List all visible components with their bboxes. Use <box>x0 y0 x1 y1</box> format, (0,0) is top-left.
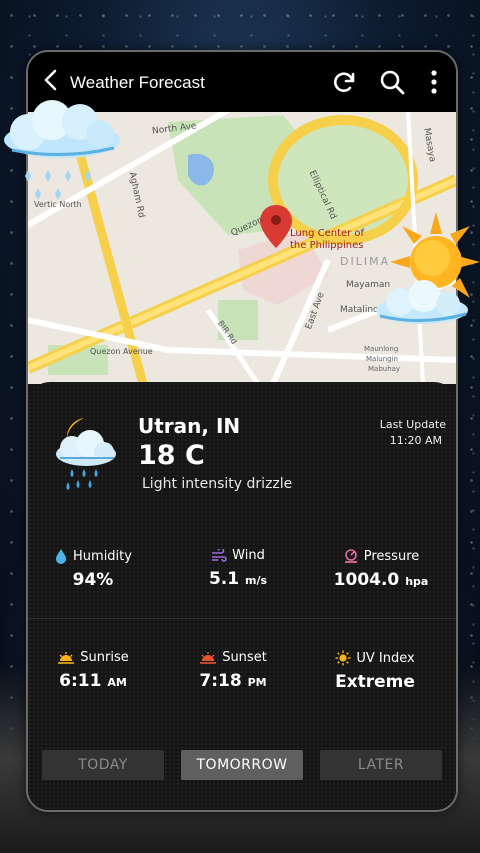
more-options-icon[interactable] <box>420 68 448 96</box>
uv-index-label: UV Index <box>356 650 415 666</box>
pressure-unit: hpa <box>405 575 429 588</box>
pressure-icon <box>344 549 357 563</box>
refresh-icon[interactable] <box>330 68 358 96</box>
humidity-value: 94% <box>72 570 114 590</box>
weather-info-panel: Utran, IN 18 C Light intensity drizzle L… <box>28 382 456 810</box>
forecast-tabs: TODAY TOMORROW LATER <box>42 750 442 780</box>
back-arrow-icon[interactable] <box>38 66 66 94</box>
sunset-stat: Sunset 7:18 PM <box>168 650 298 691</box>
last-update-time: 11:20 AM <box>389 434 442 447</box>
sunset-unit: PM <box>247 676 267 689</box>
sun-icon <box>335 650 351 666</box>
temperature: 18 C <box>138 440 205 471</box>
pressure-value: 1004.0 <box>333 570 400 590</box>
map-label-quezon-avenue: Quezon Avenue <box>90 347 153 356</box>
app-title: Weather Forecast <box>70 73 205 92</box>
sunset-value: 7:18 <box>199 671 242 691</box>
sunrise-stat: Sunrise 6:11 AM <box>28 650 158 691</box>
sunset-icon <box>200 651 217 664</box>
wind-value: 5.1 <box>208 569 240 589</box>
sunset-label: Sunset <box>222 650 267 665</box>
pressure-stat: Pressure 1004.0 hpa <box>316 548 446 591</box>
sun-cloud-decoration-icon <box>376 212 480 324</box>
map-label-maunlong: Maunlong <box>364 345 399 353</box>
uv-index-stat: UV Index Extreme <box>310 650 440 692</box>
panel-divider <box>28 618 456 619</box>
night-drizzle-icon <box>56 418 116 490</box>
pressure-label: Pressure <box>363 548 420 564</box>
droplet-icon <box>56 549 67 564</box>
city-name: Utran, IN <box>138 414 241 438</box>
humidity-label: Humidity <box>73 548 132 564</box>
tab-later[interactable]: LATER <box>320 750 442 780</box>
map-place-label: Lung Center of the Philippines <box>290 228 365 251</box>
last-update-label: Last Update <box>379 418 446 431</box>
wind-unit: m/s <box>245 574 268 587</box>
search-icon[interactable] <box>378 68 406 96</box>
wind-icon <box>212 548 227 562</box>
cloud-rain-decoration-icon <box>4 100 120 200</box>
humidity-stat: Humidity 94% <box>28 548 158 590</box>
map-label-malungin: Malungin <box>366 355 398 363</box>
wind-label: Wind <box>232 548 265 563</box>
tab-tomorrow[interactable]: TOMORROW <box>181 750 303 780</box>
wind-stat: Wind 5.1 m/s <box>173 548 303 589</box>
sunrise-label: Sunrise <box>80 650 129 665</box>
sunrise-icon <box>58 651 75 664</box>
map-label-mabuhay: Mabuhay <box>368 365 401 373</box>
sunrise-unit: AM <box>107 676 127 689</box>
tab-today[interactable]: TODAY <box>42 750 164 780</box>
uv-index-value: Extreme <box>335 672 415 692</box>
weather-description: Light intensity drizzle <box>142 476 293 492</box>
sunrise-value: 6:11 <box>59 671 102 691</box>
